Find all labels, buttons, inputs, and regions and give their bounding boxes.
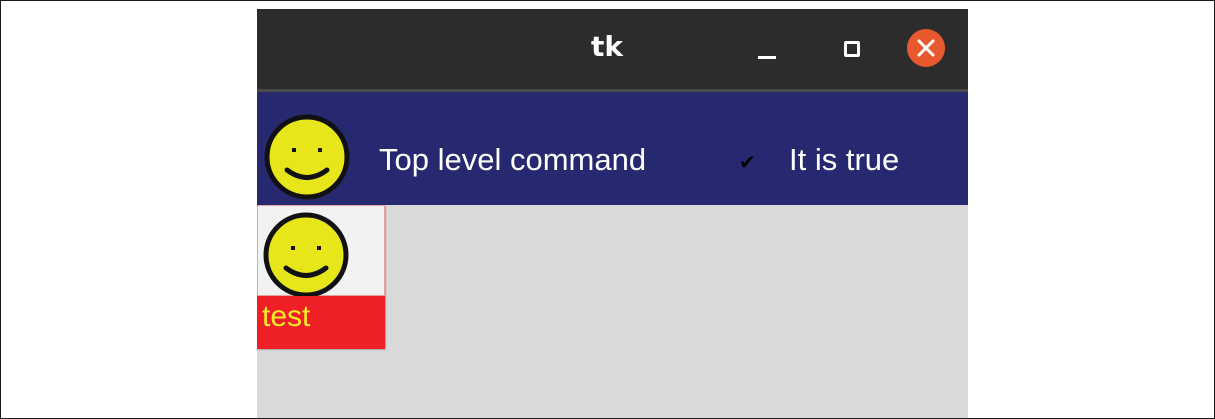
smiley-icon (263, 212, 349, 298)
minimize-button[interactable] (747, 29, 787, 69)
checkmark-icon: ✔ (739, 150, 756, 174)
minimize-icon (758, 56, 776, 59)
test-button-label: test (262, 300, 311, 333)
maximize-button[interactable] (831, 29, 871, 69)
close-button[interactable] (907, 29, 947, 69)
smiley-icon[interactable] (263, 113, 351, 201)
test-button-label-area: test (257, 296, 385, 349)
menu-bar: Top level command ✔ It is true (257, 92, 968, 205)
test-button-image-area (257, 205, 385, 298)
tk-window: tk Top level command ✔ It is true test (257, 9, 968, 418)
close-icon (917, 39, 935, 57)
title-bar[interactable]: tk (257, 9, 968, 92)
window-title: tk (590, 30, 623, 63)
test-button[interactable]: test (257, 205, 385, 349)
menu-top-level-command[interactable]: Top level command (379, 142, 646, 178)
menu-check-it-is-true[interactable]: It is true (789, 142, 899, 178)
maximize-icon (844, 41, 860, 57)
